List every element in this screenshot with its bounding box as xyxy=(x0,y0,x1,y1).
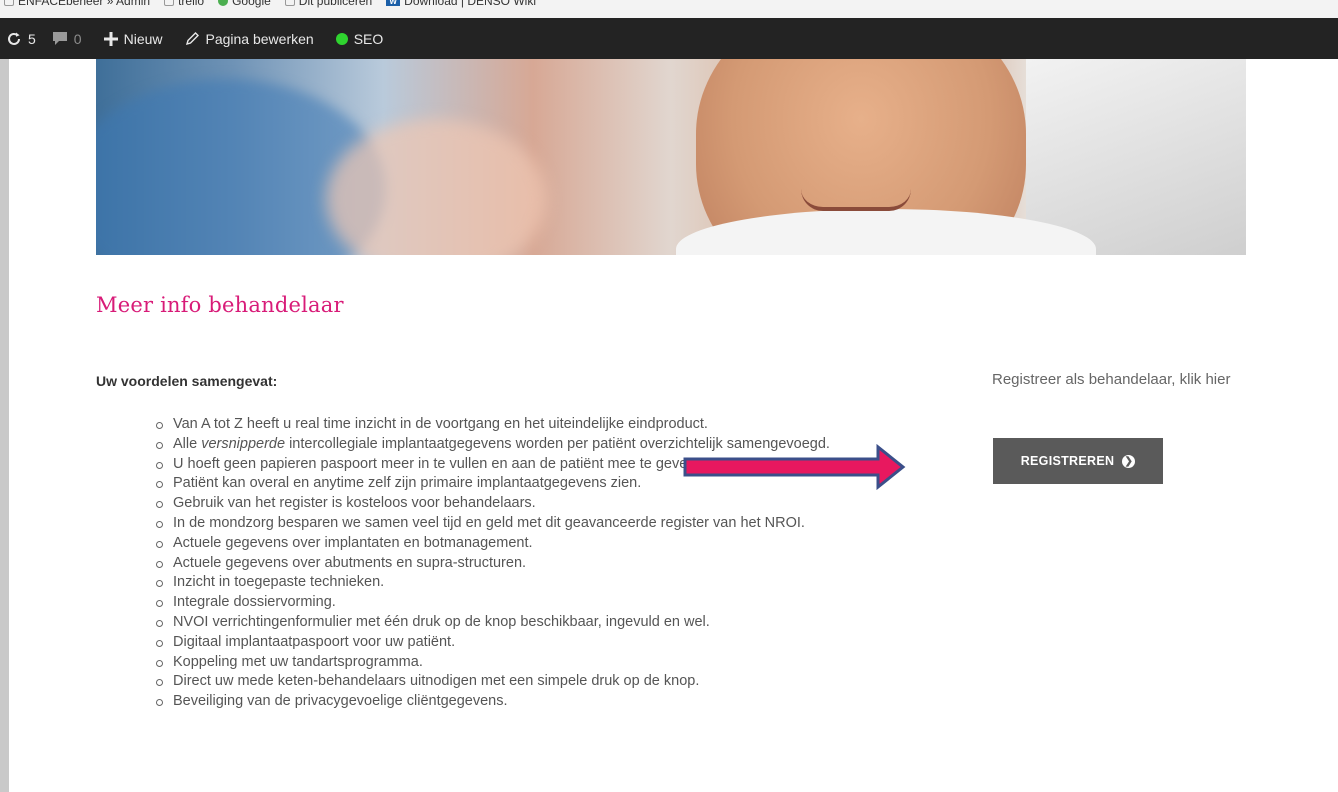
seo-status-icon xyxy=(335,32,348,45)
register-prompt: Registreer als behandelaar, klik hier xyxy=(992,371,1231,388)
benefits-heading: Uw voordelen samengevat: xyxy=(96,373,278,389)
google-icon xyxy=(218,0,229,6)
page-content: Meer info behandelaar Uw voordelen samen… xyxy=(9,59,1338,792)
arrow-right-circle-icon: ❯ xyxy=(1122,454,1136,468)
hero-image xyxy=(96,59,1246,255)
list-item: Inzicht in toegepaste technieken. xyxy=(154,573,954,593)
bookmark-item[interactable]: Google xyxy=(218,0,271,8)
pencil-icon xyxy=(185,32,199,46)
edit-page-button[interactable]: Pagina bewerken xyxy=(185,31,314,47)
bookmark-item[interactable]: W Download | DENSO Wiki xyxy=(386,0,536,8)
list-item: Actuele gegevens over implantaten en bot… xyxy=(154,534,954,554)
comment-icon xyxy=(52,32,67,45)
seo-menu[interactable]: SEO xyxy=(335,30,384,47)
list-item: Koppeling met uw tandartsprogramma. xyxy=(154,653,954,673)
refresh-icon xyxy=(8,32,20,45)
new-content-label: Nieuw xyxy=(123,30,163,47)
seo-label: SEO xyxy=(353,30,384,47)
list-item: Direct uw mede keten-behandelaars uitnod… xyxy=(154,672,954,692)
annotation-arrow-icon xyxy=(683,444,906,490)
admin-bar: 5 0 Nieuw Pagina bewerken SEO xyxy=(0,18,1338,59)
list-item: Digitaal implantaatpaspoort voor uw pati… xyxy=(154,633,954,653)
updates-button[interactable]: 5 xyxy=(6,31,36,47)
list-item: Van A tot Z heeft u real time inzicht in… xyxy=(154,415,954,435)
comments-count: 0 xyxy=(73,30,82,47)
page-title: Meer info behandelaar xyxy=(96,293,344,317)
register-button-label: REGISTREREN xyxy=(1020,454,1115,468)
bookmark-item[interactable]: ENFACEbeheer » Admin xyxy=(4,0,150,8)
folder-icon xyxy=(4,0,14,6)
register-button[interactable]: REGISTREREN ❯ xyxy=(993,438,1163,484)
updates-count: 5 xyxy=(28,30,36,47)
bookmark-item[interactable]: trello xyxy=(164,0,204,8)
list-item: Beveiliging van de privacygevoelige clië… xyxy=(154,692,954,712)
wiki-icon: W xyxy=(386,0,401,6)
edit-page-label: Pagina bewerken xyxy=(205,30,314,47)
new-content-button[interactable]: Nieuw xyxy=(103,30,163,47)
comments-button[interactable]: 0 xyxy=(52,31,82,47)
folder-icon xyxy=(164,0,175,6)
bookmarks-bar: ENFACEbeheer » Admin trello Google Dit p… xyxy=(0,0,1338,18)
folder-icon xyxy=(284,0,295,6)
list-item: In de mondzorg besparen we samen veel ti… xyxy=(154,514,954,534)
list-item: Actuele gegevens over abutments en supra… xyxy=(154,554,954,574)
bookmark-item[interactable]: Dit publiceren xyxy=(284,0,372,8)
list-item: Gebruik van het register is kosteloos vo… xyxy=(154,494,954,514)
list-item: NVOI verrichtingenformulier met één druk… xyxy=(154,613,954,633)
list-item: Integrale dossiervorming. xyxy=(154,593,954,613)
plus-icon xyxy=(103,31,118,46)
